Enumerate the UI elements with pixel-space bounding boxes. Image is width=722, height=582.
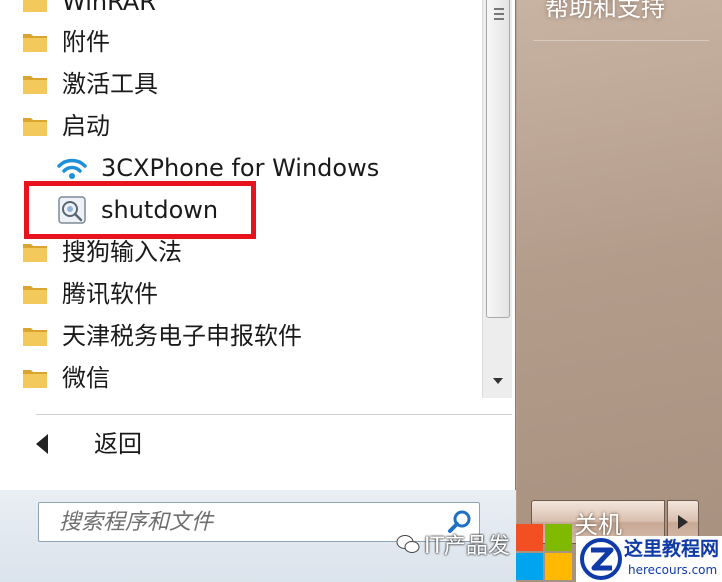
program-item-label: shutdown <box>101 196 219 224</box>
scroll-down-button[interactable] <box>486 368 510 394</box>
shutdown-shortcut-icon <box>56 196 88 224</box>
folder-icon <box>22 115 48 137</box>
folder-icon <box>22 73 48 95</box>
triangle-left-icon <box>36 434 48 454</box>
program-item-accessories[interactable]: 附件 <box>0 22 482 62</box>
program-item-winrar[interactable]: WinRAR <box>0 0 482 22</box>
all-programs-panel: WinRAR 附件 激活工具 启动 3CXPhone for Windows s… <box>0 0 516 582</box>
start-menu-right-panel: 帮助和支持 关机 <box>517 0 722 582</box>
program-item-label: 微信 <box>62 364 110 392</box>
program-item-label: 3CXPhone for Windows <box>101 154 380 182</box>
triangle-down-icon <box>493 378 503 384</box>
search-input[interactable] <box>39 503 439 541</box>
scrollbar-thumb[interactable] <box>486 0 510 318</box>
folder-icon <box>22 325 48 347</box>
site-logo-icon <box>580 538 622 580</box>
program-item-wechat[interactable]: 微信 <box>0 358 482 398</box>
program-item-shutdown[interactable]: shutdown <box>0 190 482 230</box>
program-item-tencent-software[interactable]: 腾讯软件 <box>0 274 482 314</box>
program-item-startup[interactable]: 启动 <box>0 106 482 146</box>
program-item-sogou-input[interactable]: 搜狗输入法 <box>0 232 482 272</box>
folder-icon <box>22 31 48 53</box>
program-item-tianjin-tax[interactable]: 天津税务电子申报软件 <box>0 316 482 356</box>
program-list-scrollbar[interactable] <box>482 0 512 398</box>
folder-icon <box>22 367 48 389</box>
program-item-label: 腾讯软件 <box>62 280 158 308</box>
program-item-label: 激活工具 <box>62 70 158 98</box>
divider <box>36 414 512 415</box>
wechat-watermark-text: IT产品发 <box>424 534 510 559</box>
wifi-icon <box>56 154 88 182</box>
site-url: herecours.com <box>628 563 718 577</box>
back-label: 返回 <box>94 430 142 458</box>
grip-icon <box>494 8 504 22</box>
program-item-3cxphone[interactable]: 3CXPhone for Windows <box>0 148 482 188</box>
folder-icon <box>22 0 48 13</box>
program-item-label: 启动 <box>62 112 110 140</box>
back-button[interactable]: 返回 <box>30 424 330 464</box>
site-name: 这里教程网 <box>624 538 720 560</box>
folder-icon <box>22 283 48 305</box>
site-watermark: 这里教程网 herecours.com <box>576 536 722 582</box>
triangle-right-icon <box>678 515 688 529</box>
folder-icon <box>22 241 48 263</box>
program-item-label: 搜狗输入法 <box>62 238 182 266</box>
program-item-label: 附件 <box>62 28 110 56</box>
program-list: WinRAR 附件 激活工具 启动 3CXPhone for Windows s… <box>0 0 482 400</box>
program-item-label: 天津税务电子申报软件 <box>62 322 302 350</box>
help-and-support-link[interactable]: 帮助和支持 <box>545 0 665 26</box>
program-item-label: WinRAR <box>62 0 156 16</box>
wechat-icon <box>396 533 420 555</box>
windows-logo-icon <box>516 524 572 580</box>
program-item-activation-tools[interactable]: 激活工具 <box>0 64 482 104</box>
divider <box>533 40 709 41</box>
